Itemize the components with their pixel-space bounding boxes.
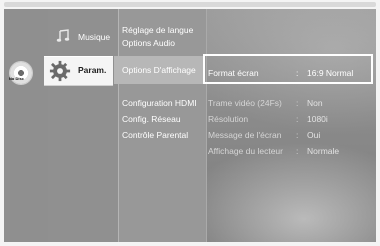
setting-value-affichage-lecteur[interactable]: Normale (307, 146, 339, 156)
setting-separator: : (296, 98, 299, 108)
submenu-item-langue[interactable]: Réglage de langue (122, 25, 193, 35)
setting-label-format[interactable]: Format écran (208, 68, 259, 78)
setting-value-message[interactable]: Oui (307, 130, 320, 140)
setting-separator: : (296, 114, 299, 124)
tv-frame: No Disc Musique Param. Réglage de langue… (0, 0, 380, 246)
setting-separator: : (296, 68, 299, 78)
disc-label: No Disc (9, 76, 24, 81)
setting-label-trame[interactable]: Trame vidéo (24Fs) (208, 98, 282, 108)
settings-column (206, 9, 376, 242)
setting-value-resolution[interactable]: 1080i (307, 114, 328, 124)
setting-separator: : (296, 130, 299, 140)
top-bar (4, 2, 376, 7)
submenu-item-reseau[interactable]: Config. Réseau (122, 114, 181, 124)
submenu-item-affichage[interactable]: Options D'affichage (122, 65, 196, 75)
submenu-item-hdmi[interactable]: Configuration HDMI (122, 98, 197, 108)
music-icon (56, 29, 70, 42)
submenu-item-parental[interactable]: Contrôle Parental (122, 130, 188, 140)
menu-item-musique[interactable]: Musique (78, 32, 110, 42)
gear-icon (49, 60, 71, 82)
main-menu-column (48, 9, 118, 242)
setting-separator: : (296, 146, 299, 156)
submenu-item-audio[interactable]: Options Audio (122, 38, 175, 48)
setting-value-format[interactable]: 16:9 Normal (307, 68, 353, 78)
setting-label-message[interactable]: Message de l'écran (208, 130, 281, 140)
settings-screen (4, 9, 376, 242)
setting-value-trame[interactable]: Non (307, 98, 323, 108)
menu-item-param[interactable]: Param. (78, 65, 106, 75)
setting-label-affichage-lecteur[interactable]: Affichage du lecteur (208, 146, 283, 156)
device-column (4, 9, 48, 242)
setting-label-resolution[interactable]: Résolution (208, 114, 248, 124)
